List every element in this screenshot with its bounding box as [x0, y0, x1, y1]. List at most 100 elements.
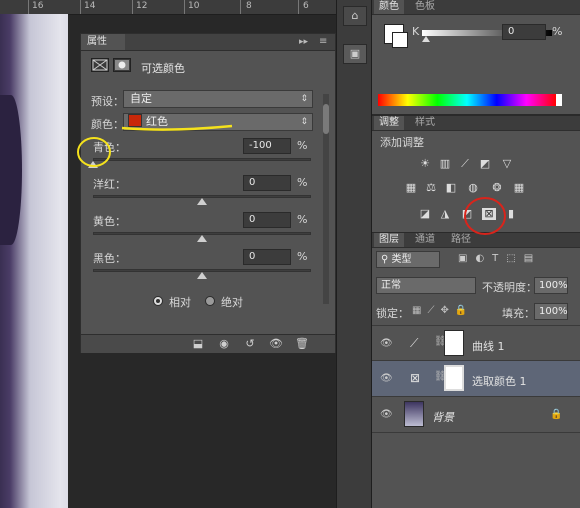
opacity-label: 不透明度： [482, 281, 537, 294]
tab-channels[interactable]: 通道 [410, 233, 440, 247]
layer-thumbnail[interactable] [404, 401, 424, 427]
slider-track[interactable] [93, 158, 311, 161]
channel-label: K [412, 25, 420, 38]
search-icon: ⚲ [381, 254, 392, 265]
ruler-tick [28, 0, 29, 14]
preset-label: 预设： [91, 95, 124, 108]
color-balance-icon[interactable]: ⚖ [424, 182, 438, 194]
ruler-label: 6 [303, 1, 309, 11]
k-value-field[interactable]: 0 [502, 24, 546, 40]
white-swatch[interactable] [556, 94, 562, 106]
eye-icon[interactable]: 👁 [380, 373, 393, 385]
selective-color-layer-icon: ⊠ [410, 371, 421, 385]
properties-icon[interactable]: ▣ [343, 44, 367, 64]
chevron-updown-icon: ⇕ [300, 94, 308, 104]
properties-footer: ⬓ ◉ ↺ 👁 🗑 [81, 334, 335, 353]
magenta-value-field[interactable]: 0 [243, 175, 291, 191]
percent-label: % [552, 25, 563, 38]
posterize-icon[interactable]: ◮ [438, 208, 452, 220]
radio-absolute-label: 绝对 [221, 296, 243, 309]
radio-absolute[interactable] [205, 296, 215, 306]
percent-label: % [297, 250, 308, 263]
brightness-icon[interactable]: ☀ [418, 158, 432, 170]
collapse-icon[interactable]: ▸▸ [299, 34, 308, 50]
eye-icon[interactable]: 👁 [380, 338, 393, 350]
ruler-label: 16 [32, 1, 44, 11]
exposure-icon[interactable]: ◩ [478, 158, 492, 170]
delete-icon[interactable]: 🗑 [293, 336, 311, 352]
radio-dot [156, 299, 160, 303]
layer-mask-thumb[interactable] [444, 330, 464, 356]
mask-icon[interactable] [113, 58, 131, 72]
curves-icon[interactable]: ⟋ [458, 158, 472, 170]
history-icon[interactable]: ⌂ [343, 6, 367, 26]
tab-styles[interactable]: 样式 [410, 116, 440, 130]
layers-tabbar: 图层 通道 路径 [372, 233, 580, 248]
threshold-icon[interactable]: ◩ [460, 208, 474, 220]
blend-mode-dropdown[interactable]: 正常 [376, 277, 476, 294]
blend-mode-value: 正常 [381, 280, 401, 291]
gradient-map-icon[interactable]: ▮ [504, 208, 518, 220]
clip-to-layer-icon[interactable]: ⬓ [189, 336, 207, 352]
slider-thumb[interactable] [88, 161, 98, 168]
layer-filter-dropdown[interactable]: ⚲ 类型 [376, 251, 440, 268]
lock-icons[interactable]: ▦⟋✥🔒 [412, 305, 473, 316]
lock-label: 锁定： [376, 307, 409, 320]
tab-color[interactable]: 颜色 [374, 0, 404, 14]
black-white-icon[interactable]: ◧ [444, 182, 458, 194]
visibility-icon[interactable]: 👁 [267, 336, 285, 352]
tab-adjustments[interactable]: 调整 [374, 116, 404, 130]
tab-swatches[interactable]: 色板 [410, 0, 440, 14]
levels-icon[interactable]: ▥ [438, 158, 452, 170]
fill-field[interactable]: 100% [534, 303, 568, 320]
properties-panel: 属性 ▸▸ ≡ 可选颜色 预设： 自定 ⇕ 颜色： 红色 ⇕ 青色： -100 … [80, 33, 336, 353]
background-color[interactable] [392, 32, 408, 48]
channel-mixer-icon[interactable]: ❂ [490, 182, 504, 194]
reset-icon[interactable]: ↺ [241, 336, 259, 352]
layer-row[interactable]: 👁 ⊠ ⛓ 选取颜色 1 [372, 361, 580, 397]
horizontal-ruler: 16 14 12 10 8 6 [0, 0, 336, 15]
lock-icon: 🔒 [550, 409, 563, 420]
eye-icon[interactable]: 👁 [380, 409, 393, 421]
vibrance-icon[interactable]: ▽ [500, 158, 514, 170]
colors-dropdown[interactable]: 红色 ⇕ [123, 113, 313, 131]
color-lookup-icon[interactable]: ▦ [512, 182, 526, 194]
slider-thumb[interactable] [197, 198, 207, 205]
layer-name[interactable]: 背景 [432, 409, 454, 425]
curves-layer-icon: ⟋ [410, 336, 419, 350]
tab-paths[interactable]: 路径 [446, 233, 476, 247]
slider-thumb[interactable] [197, 272, 207, 279]
yellow-value-field[interactable]: 0 [243, 212, 291, 228]
colors-value: 红色 [146, 115, 168, 128]
selective-color-icon[interactable]: ⊠ [482, 208, 496, 220]
view-previous-icon[interactable]: ◉ [215, 336, 233, 352]
panel-menu-icon[interactable]: ≡ [319, 34, 327, 50]
slider-label-cyan: 青色： [93, 141, 126, 154]
layer-row[interactable]: 👁 背景 🔒 [372, 397, 580, 433]
layer-mask-thumb[interactable] [444, 365, 464, 391]
layer-row[interactable]: 👁 ⟋ ⛓ 曲线 1 [372, 325, 580, 361]
cyan-value-field[interactable]: -100 [243, 138, 291, 154]
ruler-label: 8 [246, 1, 252, 11]
invert-icon[interactable]: ◪ [418, 208, 432, 220]
k-slider-thumb[interactable] [422, 36, 430, 42]
radio-relative-label: 相对 [169, 296, 191, 309]
opacity-field[interactable]: 100% [534, 277, 568, 294]
preset-dropdown[interactable]: 自定 ⇕ [123, 90, 313, 108]
fill-label: 填充： [502, 307, 535, 320]
photo-filter-icon[interactable]: ◍ [466, 182, 480, 194]
layer-name[interactable]: 选取颜色 1 [472, 373, 527, 389]
filter-type-icons[interactable]: ▣◐T⬚▤ [458, 253, 541, 264]
slider-thumb[interactable] [197, 235, 207, 242]
tab-layers[interactable]: 图层 [374, 233, 404, 247]
scrollbar-thumb[interactable] [323, 104, 329, 134]
ruler-label: 14 [84, 1, 96, 11]
layer-name[interactable]: 曲线 1 [472, 338, 505, 354]
hue-saturation-icon[interactable]: ▦ [404, 182, 418, 194]
ruler-tick [298, 0, 299, 14]
tab-properties[interactable]: 属性 [81, 34, 125, 50]
preset-value: 自定 [130, 92, 152, 105]
black-value-field[interactable]: 0 [243, 249, 291, 265]
color-spectrum[interactable] [378, 94, 556, 106]
layers-panel: 图层 通道 路径 ⚲ 类型 ▣◐T⬚▤ 正常 不透明度： 100% 锁定： ▦⟋… [372, 233, 580, 508]
